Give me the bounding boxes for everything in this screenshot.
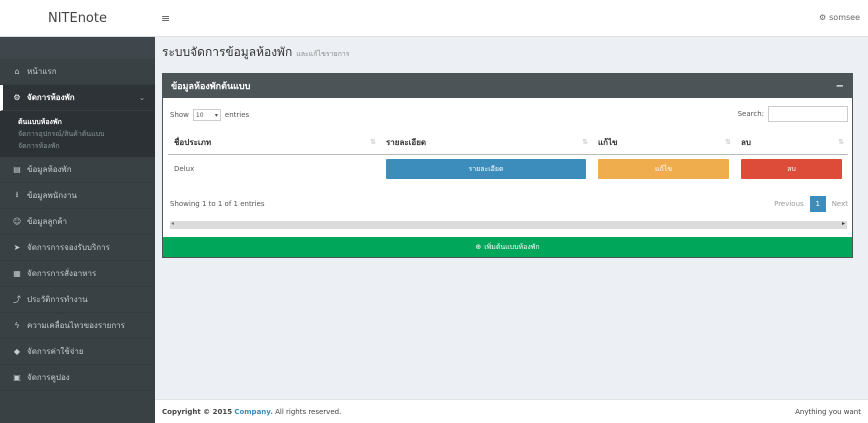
edit-button[interactable]: แก้ไข [598, 159, 729, 180]
sidebar-item-label: ข้อมูลลูกค้า [27, 217, 68, 226]
footer-right-text: Anything you want [795, 407, 861, 416]
sidebar-submenu: ต้นแบบห้องพัก จัดการอุปกรณ์/สินค้าต้นแบบ… [0, 111, 155, 157]
sidebar-item-history[interactable]: ⤴ ประวัติการทำงาน [0, 287, 155, 313]
detail-button[interactable]: รายละเอียด [386, 159, 586, 180]
footer: Copyright © 2015 Company. All rights res… [155, 399, 868, 423]
room-template-table: ชื่อประเภท ⇅ รายละเอียด ⇅ แก้ไข ⇅ ลบ ⇅ Delux… [168, 132, 848, 184]
sidebar-item-label: จัดการการจองรับบริการ [27, 243, 110, 252]
table-header-row: ชื่อประเภท ⇅ รายละเอียด ⇅ แก้ไข ⇅ ลบ ⇅ [168, 132, 848, 155]
page-subtitle: และแก้ไขรายการ [296, 50, 350, 58]
scroll-right-icon[interactable]: ▸ [842, 220, 845, 227]
submenu-item-room-manage[interactable]: จัดการห้องพัก [0, 139, 155, 151]
bolt-icon: ϟ [14, 321, 20, 330]
entries-label: entries [224, 111, 250, 119]
sort-icon: ⇅ [370, 138, 376, 146]
copyright-text: Copyright © 2015 [162, 407, 233, 416]
column-header-type[interactable]: ชื่อประเภท ⇅ [168, 132, 380, 155]
chevron-down-icon: ⌄ [139, 93, 145, 102]
sidebar-item-expenses[interactable]: ◆ จัดการค่าใช้จ่าย [0, 339, 155, 365]
sidebar-item-label: ข้อมูลพนักงาน [27, 191, 77, 200]
sidebar-item-label: หน้าแรก [27, 67, 57, 76]
sort-icon: ⇅ [725, 138, 731, 146]
entries-length: Show 10 ▾ entries [170, 109, 249, 121]
send-icon: ➤ [13, 243, 21, 252]
tag-icon: ◆ [13, 347, 21, 356]
user-menu[interactable]: ⚙ somsee [819, 13, 860, 22]
pagination: Previous 1 Next [774, 196, 848, 212]
sidebar-item-activity[interactable]: ϟ ความเคลื่อนไหวของรายการ [0, 313, 155, 339]
sidebar-item-label: ความเคลื่อนไหวของรายการ [27, 321, 125, 330]
sidebar-item-label: ข้อมูลห้องพัก [27, 165, 72, 174]
horizontal-scrollbar[interactable]: ◂ ▸ [170, 220, 847, 229]
home-icon: ⌂ [14, 67, 20, 76]
sidebar-item-room-info[interactable]: ▤ ข้อมูลห้องพัก [0, 157, 155, 183]
page-1-button[interactable]: 1 [809, 196, 826, 212]
sidebar-item-customers[interactable]: ☺ ข้อมูลลูกค้า [0, 209, 155, 235]
show-label: Show [170, 111, 189, 119]
brand-logo[interactable]: NITEnote [0, 0, 155, 37]
sidebar-item-employees[interactable]: ⭳ ข้อมูลพนักงาน [0, 183, 155, 209]
column-header-detail[interactable]: รายละเอียด ⇅ [380, 132, 592, 155]
sidebar-item-label: ประวัติการทำงาน [27, 295, 88, 304]
add-button-label: เพิ่มต้นแบบห้องพัก [484, 242, 540, 251]
next-page-button[interactable]: Next [832, 200, 848, 208]
search-label: Search: [737, 110, 764, 118]
sidebar: NITEnote ⌂ หน้าแรก ⚙ จัดการห้องพัก ⌄ ต้น… [0, 0, 155, 423]
chevron-down-icon: ▾ [214, 111, 218, 119]
delete-button[interactable]: ลบ [741, 159, 842, 180]
sidebar-item-coupons[interactable]: ▣ จัดการคูปอง [0, 365, 155, 391]
sidebar-item-label: จัดการค่าใช้จ่าย [27, 347, 84, 356]
table-row: Delux รายละเอียด แก้ไข ลบ [168, 154, 848, 184]
gear-icon: ⚙ [13, 93, 21, 102]
add-room-template-button[interactable]: ⊕ เพิ่มต้นแบบห้องพัก [163, 237, 852, 257]
cell-type-name: Delux [174, 165, 195, 174]
sidebar-item-room-management[interactable]: ⚙ จัดการห้องพัก ⌄ [0, 85, 155, 111]
column-header-delete[interactable]: ลบ ⇅ [735, 132, 848, 155]
sidebar-item-label: จัดการคูปอง [27, 373, 70, 382]
top-navbar: ≡ ⚙ somsee [155, 0, 868, 37]
user-name: somsee [829, 13, 860, 22]
gear-icon: ⚙ [818, 13, 827, 22]
company-link[interactable]: Company. [234, 408, 273, 416]
chart-icon: ⤴ [13, 295, 21, 304]
card-icon: ▣ [13, 373, 21, 382]
download-icon: ⭳ [15, 189, 19, 199]
entries-select[interactable]: 10 ▾ [192, 109, 221, 121]
sidebar-item-bookings[interactable]: ➤ จัดการการจองรับบริการ [0, 235, 155, 261]
menu-toggle-icon[interactable]: ≡ [161, 12, 170, 25]
column-header-edit[interactable]: แก้ไข ⇅ [592, 132, 735, 155]
sidebar-item-label: จัดการห้องพัก [27, 93, 75, 102]
sidebar-item-food-orders[interactable]: ▦ จัดการการสั่งอาหาร [0, 261, 155, 287]
search-input[interactable] [768, 106, 848, 122]
submenu-item-equipment-template[interactable]: จัดการอุปกรณ์/สินค้าต้นแบบ [0, 127, 155, 139]
users-icon: ☺ [12, 217, 22, 226]
plus-circle-icon: ⊕ [475, 243, 482, 251]
sidebar-item-home[interactable]: ⌂ หน้าแรก [0, 59, 155, 85]
sort-icon: ⇅ [582, 138, 588, 146]
table-search: Search: [738, 106, 848, 122]
room-template-box: ข้อมูลห้องพักต้นแบบ − Show 10 ▾ entries S… [162, 73, 853, 258]
scroll-left-icon[interactable]: ◂ [171, 220, 174, 227]
user-panel [0, 37, 155, 59]
page-title-text: ระบบจัดการข้อมูลห้องพัก [162, 45, 293, 59]
submenu-item-room-template[interactable]: ต้นแบบห้องพัก [0, 115, 155, 127]
page-title: ระบบจัดการข้อมูลห้องพัก และแก้ไขรายการ [162, 43, 350, 62]
rights-text: All rights reserved. [275, 407, 342, 416]
box-header: ข้อมูลห้องพักต้นแบบ − [163, 74, 852, 98]
table-icon: ▦ [13, 269, 21, 278]
box-title: ข้อมูลห้องพักต้นแบบ [171, 82, 251, 92]
sidebar-item-label: จัดการการสั่งอาหาร [27, 269, 97, 278]
table-info: Showing 1 to 1 of 1 entries [170, 200, 265, 208]
list-icon: ▤ [13, 165, 21, 174]
sort-icon: ⇅ [838, 138, 844, 146]
collapse-icon[interactable]: − [836, 81, 844, 92]
previous-page-button[interactable]: Previous [774, 200, 804, 208]
